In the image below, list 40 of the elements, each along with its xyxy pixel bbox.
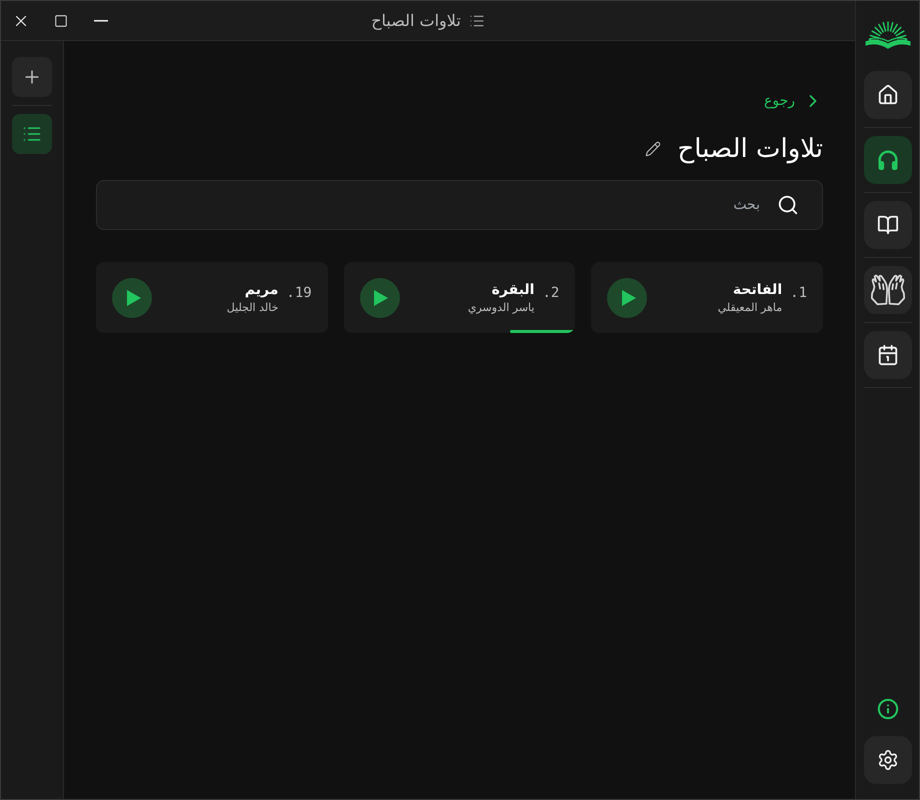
play-button[interactable]	[607, 278, 648, 318]
play-icon	[374, 290, 388, 306]
search-field[interactable]: بحث	[96, 180, 823, 230]
info-button[interactable]	[876, 698, 898, 720]
reciter-name: خالد الجليل	[226, 300, 278, 316]
open-book-icon	[876, 214, 898, 236]
track-number: 19.	[286, 284, 312, 303]
reciter-name: ماهر المعيقلي	[718, 300, 782, 316]
add-button[interactable]	[12, 57, 52, 97]
reciter-name: ياسر الدوسري	[468, 300, 534, 316]
minimize-icon	[94, 20, 108, 22]
raised-hands-icon	[870, 274, 904, 306]
pencil-icon[interactable]	[645, 141, 662, 157]
settings-button[interactable]	[864, 736, 912, 784]
nav-button[interactable]	[864, 266, 912, 314]
headphones-icon	[878, 150, 898, 170]
track-number: 1.	[790, 284, 807, 303]
list-button[interactable]	[12, 114, 52, 154]
settings-icon	[876, 749, 898, 771]
track-number: 2.	[542, 284, 560, 303]
play-button[interactable]	[360, 278, 400, 318]
nav-button[interactable]	[864, 201, 912, 249]
open-book-rays-icon	[864, 21, 912, 51]
play-icon	[622, 290, 636, 306]
maximize-icon	[54, 14, 68, 28]
track-title: الفاتحة	[732, 280, 782, 300]
track-title: مريم	[244, 280, 278, 300]
home-icon	[876, 84, 898, 106]
back-link[interactable]: رجوع	[764, 89, 823, 113]
track-title: البقرة	[492, 280, 534, 300]
calendar-icon	[876, 344, 898, 366]
play-icon	[126, 290, 140, 306]
window-title: تلاوات الصباح	[371, 10, 461, 32]
nav-button[interactable]	[864, 71, 912, 119]
info-icon	[876, 698, 898, 720]
play-button[interactable]	[112, 278, 152, 318]
page-title: تلاوات الصباح	[677, 133, 823, 166]
nav-button[interactable]	[864, 331, 912, 379]
search-icon	[777, 194, 799, 216]
nav-button[interactable]	[864, 136, 912, 184]
